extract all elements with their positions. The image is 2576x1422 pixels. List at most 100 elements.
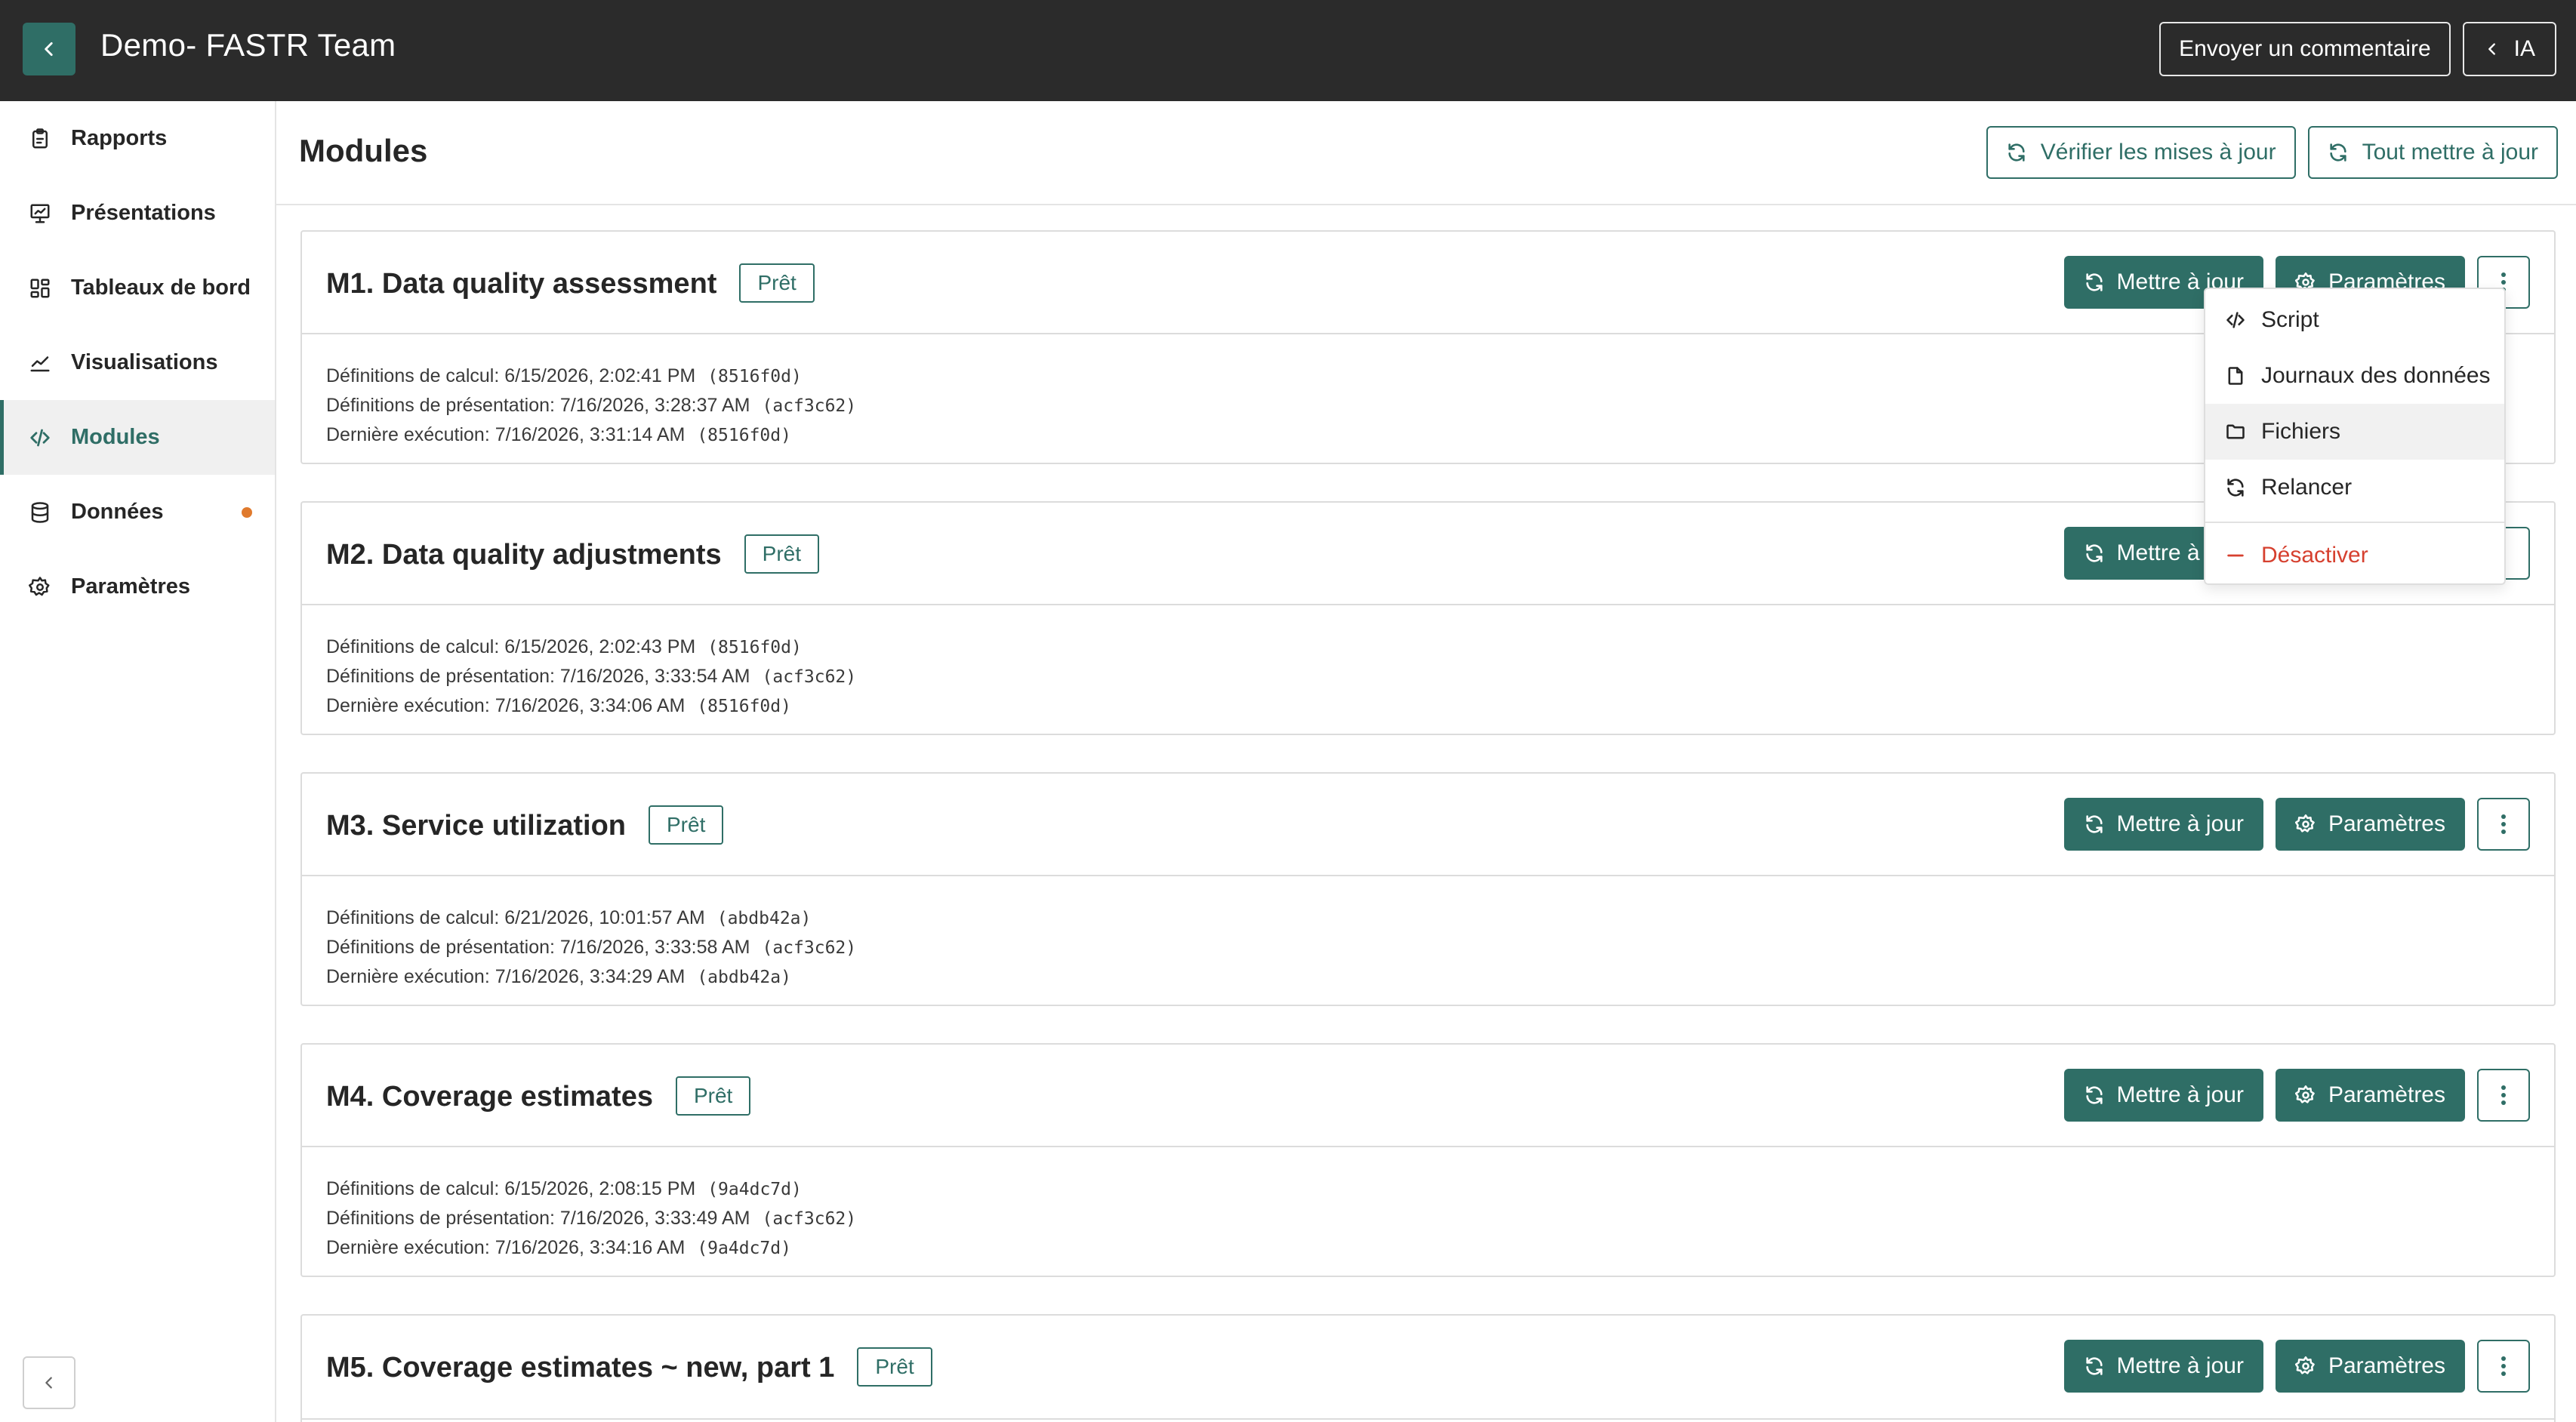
line-chart-icon <box>30 356 50 371</box>
module-settings-button[interactable]: Paramètres <box>2275 798 2465 851</box>
module-card: M4. Coverage estimates Prêt Mettre à jour… <box>300 1043 2556 1277</box>
last-run: Dernière exécution: 7/16/2026, 3:34:16 A… <box>326 1237 791 1258</box>
menu-item-files[interactable]: Fichiers <box>2205 404 2504 460</box>
back-button[interactable] <box>23 23 75 75</box>
chevron-left-icon <box>45 1377 52 1389</box>
module-title: M3. Service utilization Prêt <box>326 805 724 845</box>
update-module-button[interactable]: Mettre à jour <box>2063 798 2263 851</box>
refresh-icon <box>2227 479 2244 497</box>
top-bar: Demo- FASTR Team Envoyer un commentaire … <box>0 0 2576 101</box>
menu-item-deactivate[interactable]: Désactiver <box>2205 528 2504 583</box>
presentation-definitions: Définitions de présentation: 7/16/2026, … <box>326 395 857 416</box>
sidebar-item-rapports[interactable]: Rapports <box>0 101 275 176</box>
module-title: M4. Coverage estimates Prêt <box>326 1076 751 1116</box>
presentation-icon <box>30 204 50 223</box>
gear-icon <box>2294 1356 2315 1374</box>
module-settings-button[interactable]: Paramètres <box>2275 1069 2465 1122</box>
sidebar-item-label: Modules <box>71 425 160 449</box>
ai-panel-button[interactable]: IA <box>2462 22 2556 76</box>
sidebar-item-label: Rapports <box>71 126 168 150</box>
refresh-icon <box>2085 1086 2103 1104</box>
presentation-definitions: Définitions de présentation: 7/16/2026, … <box>326 1208 857 1229</box>
clipboard-icon <box>32 128 48 148</box>
more-options-button[interactable] <box>2477 1069 2530 1122</box>
send-feedback-button[interactable]: Envoyer un commentaire <box>2159 22 2451 76</box>
kebab-menu-icon <box>2501 1085 2506 1105</box>
check-updates-label: Vérifier les mises à jour <box>2040 140 2276 165</box>
sidebar-item-donnees[interactable]: Données <box>0 475 275 549</box>
more-options-button[interactable] <box>2477 798 2530 851</box>
gear-icon <box>29 576 50 596</box>
module-settings-button[interactable]: Paramètres <box>2275 1340 2465 1393</box>
sidebar-item-label: Données <box>71 500 164 524</box>
minus-icon <box>2227 554 2244 557</box>
sidebar-item-presentations[interactable]: Présentations <box>0 176 275 251</box>
refresh-icon <box>2085 1357 2103 1375</box>
app-title: Demo- FASTR Team <box>100 27 396 63</box>
refresh-icon <box>2085 273 2103 291</box>
kebab-menu-icon <box>2501 814 2506 834</box>
update-module-button[interactable]: Mettre à jour <box>2063 1340 2263 1393</box>
menu-item-label: Journaux des données <box>2261 363 2491 388</box>
menu-item-rerun[interactable]: Relancer <box>2205 460 2504 516</box>
sidebar-item-label: Visualisations <box>71 350 218 374</box>
last-run: Dernière exécution: 7/16/2026, 3:34:06 A… <box>326 695 791 716</box>
code-icon <box>2226 312 2245 328</box>
folder-icon <box>2226 424 2245 439</box>
module-settings-label: Paramètres <box>2328 1353 2445 1378</box>
module-options-menu: Script Journaux des données Fichiers Rel… <box>2204 288 2506 585</box>
code-icon <box>30 429 50 446</box>
calc-definitions: Définitions de calcul: 6/15/2026, 2:02:4… <box>326 636 802 657</box>
refresh-icon <box>2008 143 2025 162</box>
calc-definitions: Définitions de calcul: 6/21/2026, 10:01:… <box>326 907 812 928</box>
sidebar-item-modules[interactable]: Modules <box>0 400 275 475</box>
menu-item-label: Relancer <box>2261 475 2353 500</box>
module-card: M3. Service utilization Prêt Mettre à jou… <box>300 772 2556 1006</box>
menu-item-label: Script <box>2261 307 2319 332</box>
status-badge: Prêt <box>857 1347 932 1387</box>
module-card: M5. Coverage estimates ~ new, part 1 Prêt… <box>300 1314 2556 1422</box>
status-badge: Prêt <box>739 263 815 303</box>
main-header: Modules Vérifier les mises à jour Tout m… <box>276 101 2576 205</box>
module-settings-label: Paramètres <box>2328 1082 2445 1107</box>
module-settings-label: Paramètres <box>2328 811 2445 836</box>
sidebar-item-dashboards[interactable]: Tableaux de bord <box>0 251 275 325</box>
presentation-definitions: Définitions de présentation: 7/16/2026, … <box>326 937 857 958</box>
send-feedback-label: Envoyer un commentaire <box>2179 36 2431 61</box>
presentation-definitions: Définitions de présentation: 7/16/2026, … <box>326 666 857 687</box>
module-title: M2. Data quality adjustments Prêt <box>326 534 820 574</box>
update-module-label: Mettre à jour <box>2116 811 2244 836</box>
menu-item-label: Fichiers <box>2261 419 2341 444</box>
ai-panel-label: IA <box>2513 36 2535 61</box>
sidebar-item-parametres[interactable]: Paramètres <box>0 549 275 624</box>
menu-item-data-logs[interactable]: Journaux des données <box>2205 348 2504 404</box>
status-badge: Prêt <box>675 1076 751 1116</box>
database-icon <box>31 501 49 523</box>
update-all-label: Tout mettre à jour <box>2362 140 2538 165</box>
status-badge: Prêt <box>649 805 724 845</box>
check-updates-button[interactable]: Vérifier les mises à jour <box>1986 126 2296 179</box>
last-run: Dernière exécution: 7/16/2026, 3:31:14 A… <box>326 424 791 445</box>
gear-icon <box>2294 814 2315 833</box>
module-title: M5. Coverage estimates ~ new, part 1 Prêt <box>326 1347 932 1387</box>
sidebar: Rapports Présentations Tableaux de bord … <box>0 101 276 1422</box>
sidebar-item-visualisations[interactable]: Visualisations <box>0 325 275 400</box>
status-badge: Prêt <box>744 534 820 574</box>
update-module-button[interactable]: Mettre à jour <box>2063 1069 2263 1122</box>
refresh-icon <box>2085 544 2103 562</box>
menu-item-label: Désactiver <box>2261 543 2368 568</box>
refresh-icon <box>2085 815 2103 833</box>
update-all-button[interactable]: Tout mettre à jour <box>2307 126 2558 179</box>
update-module-label: Mettre à jour <box>2116 1082 2244 1107</box>
menu-item-script[interactable]: Script <box>2205 292 2504 348</box>
sidebar-item-label: Présentations <box>71 201 216 225</box>
file-icon <box>2228 367 2243 385</box>
dashboard-grid-icon <box>30 279 50 297</box>
collapse-sidebar-button[interactable] <box>23 1356 75 1409</box>
more-options-button[interactable] <box>2477 1340 2530 1393</box>
refresh-icon <box>2329 143 2346 162</box>
kebab-menu-icon <box>2501 1356 2506 1376</box>
calc-definitions: Définitions de calcul: 6/15/2026, 2:02:4… <box>326 365 802 386</box>
page-title: Modules <box>299 133 428 168</box>
notification-dot <box>242 507 252 518</box>
